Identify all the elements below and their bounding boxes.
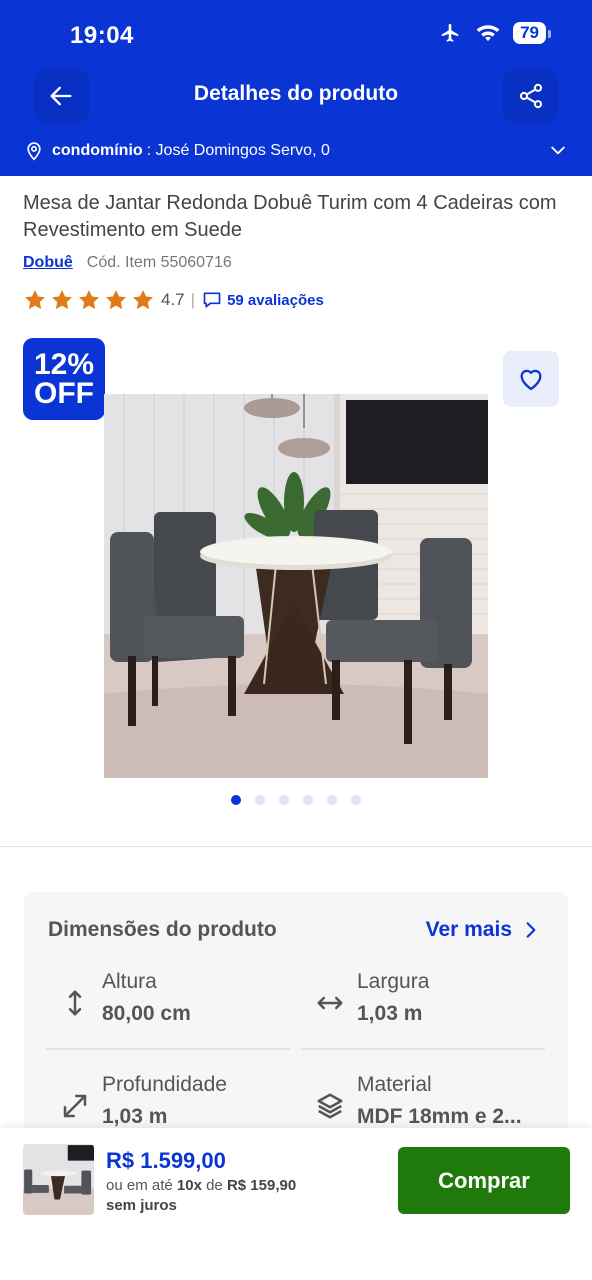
cell-divider	[46, 1048, 290, 1050]
product-price: R$ 1.599,00	[106, 1148, 226, 1173]
diagonal-arrows-icon	[63, 1094, 87, 1118]
dimension-value: MDF 18mm e 2...	[357, 1105, 522, 1128]
installment-count: 10x	[176, 1177, 202, 1194]
product-image[interactable]	[104, 394, 488, 778]
dimension-label: Profundidade	[102, 1073, 227, 1096]
dimension-value: 1,03 m	[357, 1002, 423, 1025]
image-carousel-dots	[0, 795, 592, 805]
status-time: 19:04	[70, 22, 134, 49]
chevron-right-icon	[526, 922, 536, 938]
dimensions-title: Dimensões do produto	[48, 918, 277, 941]
installment-value: R$ 159,90	[226, 1177, 297, 1194]
wifi-icon	[476, 25, 500, 42]
carousel-dot[interactable]	[279, 795, 289, 805]
discount-off: OFF	[34, 377, 94, 410]
rating-separator: |	[190, 290, 196, 309]
dimension-value: 1,03 m	[102, 1105, 168, 1128]
carousel-dot[interactable]	[255, 795, 265, 805]
installment-mid: de	[206, 1177, 223, 1194]
dining-set-illustration	[104, 394, 488, 778]
carousel-dot[interactable]	[303, 795, 313, 805]
delivery-address-selector[interactable]: condomínio : José Domingos Servo, 0	[24, 138, 568, 164]
share-icon	[519, 83, 543, 109]
address-value: : José Domingos Servo, 0	[146, 142, 330, 159]
airplane-icon	[441, 23, 459, 42]
see-more-link[interactable]: Ver mais	[426, 918, 538, 942]
layers-icon	[317, 1093, 343, 1119]
product-title: Mesa de Jantar Redonda Dobuê Turim com 4…	[23, 192, 557, 241]
carousel-dot[interactable]	[231, 795, 241, 805]
reviews-link[interactable]: 59 avaliações	[227, 292, 324, 309]
rating-stars	[23, 288, 155, 312]
vertical-arrows-icon	[68, 990, 82, 1016]
purchase-bar: R$ 1.599,00 ou em até 10x de R$ 159,90 s…	[0, 1128, 592, 1280]
dimensions-card: Dimensões do produto Ver mais Altura 80,…	[24, 892, 568, 1152]
installment-prefix: ou em até	[106, 1177, 173, 1194]
share-button[interactable]	[503, 68, 559, 124]
horizontal-arrows-icon	[317, 996, 343, 1010]
section-divider	[0, 846, 592, 847]
status-bar: 19:04 79	[0, 18, 592, 52]
product-rating[interactable]: 4.7 | 59 avaliações	[23, 288, 324, 312]
dimension-label: Material	[357, 1073, 432, 1096]
installment-suffix: sem juros	[106, 1197, 177, 1214]
star-icon	[133, 290, 153, 310]
cell-divider	[301, 1048, 545, 1050]
star-icon	[25, 290, 45, 310]
discount-badge: 12% OFF	[23, 338, 105, 420]
dimension-value: 80,00 cm	[102, 1002, 191, 1025]
app-header: 19:04 79 Detalhes do produto condomínio …	[0, 0, 592, 176]
installment-info: ou em até 10x de R$ 159,90 sem juros	[106, 1176, 336, 1216]
status-icons: 79	[437, 22, 551, 44]
rating-score: 4.7	[161, 290, 185, 309]
star-icon	[106, 290, 126, 310]
battery-indicator: 79	[513, 22, 551, 44]
heart-icon	[520, 369, 542, 391]
star-icon	[79, 290, 99, 310]
dimension-label: Largura	[357, 970, 430, 993]
address-label: condomínio	[52, 142, 143, 159]
star-icon	[52, 290, 72, 310]
brand-link[interactable]: Dobuê	[23, 254, 73, 272]
comment-icon	[203, 292, 221, 308]
see-more-label: Ver mais	[425, 918, 512, 941]
discount-percent: 12%	[33, 348, 95, 381]
carousel-dot[interactable]	[351, 795, 361, 805]
carousel-dot[interactable]	[327, 795, 337, 805]
favorite-button[interactable]	[503, 351, 559, 407]
dimension-label: Altura	[102, 970, 157, 993]
chevron-down-icon	[551, 146, 565, 155]
product-meta: Dobuê Cód. Item 55060716	[23, 254, 232, 272]
nav-bar: Detalhes do produto	[0, 68, 592, 124]
location-pin-icon	[27, 142, 41, 161]
buy-button[interactable]: Comprar	[398, 1147, 570, 1214]
item-code: Cód. Item 55060716	[86, 254, 232, 271]
product-thumbnail	[23, 1144, 94, 1215]
